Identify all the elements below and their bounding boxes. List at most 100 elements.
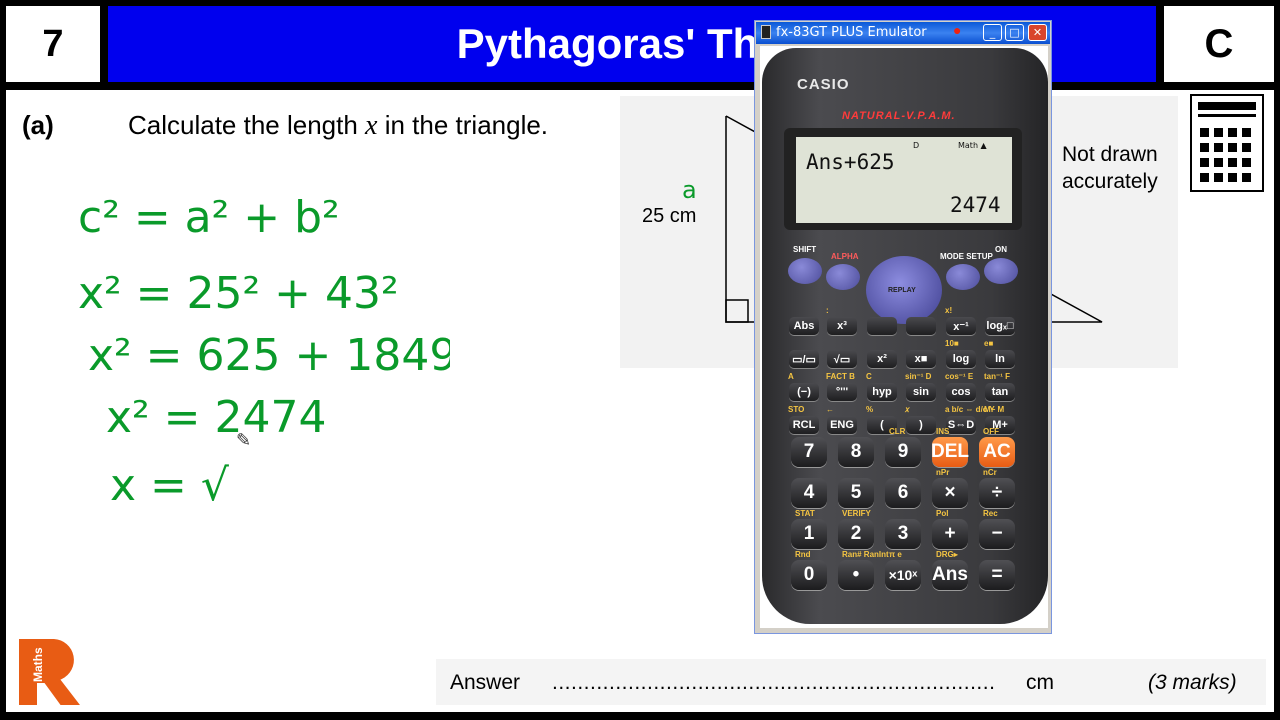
rmaths-logo: Maths (10, 634, 86, 710)
mode-button[interactable] (946, 264, 980, 290)
func-key-1-0[interactable]: ▭/▭ (789, 350, 819, 368)
lcd-math-indicator: Math ▲ (958, 141, 987, 150)
func-key-3-1[interactable]: ENG (827, 416, 857, 434)
func-key-secondary-1-5: e■ (984, 339, 994, 348)
num-key-secondary-0-4: OFF (983, 427, 999, 436)
num-key-0-1[interactable]: 8 (838, 437, 874, 467)
func-key-0-3[interactable] (906, 317, 936, 335)
num-key-secondary-2-1: VERIFY (842, 509, 871, 518)
marks-label: (3 marks) (1148, 671, 1237, 694)
question-text-before: Calculate the length (128, 110, 366, 140)
func-key-3-4[interactable]: S⇔D (946, 416, 976, 434)
num-key-secondary-3-0: Rnd (795, 550, 811, 559)
num-key-2-2[interactable]: 3 (885, 519, 921, 549)
question-text: Calculate the length x in the triangle. (128, 110, 548, 142)
lcd-result-line: 2474 (950, 193, 1001, 217)
num-key-1-0[interactable]: 4 (791, 478, 827, 508)
num-key-1-4[interactable]: ÷ (979, 478, 1015, 508)
mode-label: MODE SETUP (940, 252, 993, 261)
func-key-0-4[interactable]: x⁻¹ (946, 317, 976, 335)
num-key-3-3[interactable]: Ans (932, 560, 968, 590)
func-key-secondary-2-5: tan⁻¹ F (984, 372, 1010, 381)
num-key-0-3[interactable]: DEL (931, 437, 969, 467)
num-key-2-1[interactable]: 2 (838, 519, 874, 549)
grade-badge: C (1164, 6, 1274, 82)
question-variable: x (365, 110, 378, 141)
func-key-1-5[interactable]: ln (985, 350, 1015, 368)
working-line-3: x² = 625 + 1849 (88, 330, 450, 381)
num-key-3-1[interactable]: • (838, 560, 874, 590)
func-key-0-5[interactable]: logₓ□ (985, 317, 1015, 335)
working-line-2: x² = 25² + 43² (78, 268, 399, 319)
func-key-secondary-2-4: cos⁻¹ E (945, 372, 974, 381)
func-key-2-5[interactable]: tan (985, 383, 1015, 401)
vpam-subtitle: NATURAL-V.P.A.M. (842, 110, 956, 122)
num-key-2-3[interactable]: + (932, 519, 968, 549)
maximize-button[interactable]: □ (1005, 24, 1024, 41)
func-key-3-0[interactable]: RCL (789, 416, 819, 434)
side-length-label: 25 cm (642, 205, 697, 227)
num-key-1-3[interactable]: × (932, 478, 968, 508)
num-key-2-0[interactable]: 1 (791, 519, 827, 549)
func-key-0-0[interactable]: Abs (789, 317, 819, 335)
num-key-secondary-1-4: nCr (983, 468, 997, 477)
on-label: ON (995, 245, 1007, 254)
calculator-allowed-icon (1190, 94, 1264, 192)
func-key-secondary-3-1: ← (826, 405, 834, 414)
num-key-secondary-0-3: INS (936, 427, 950, 436)
func-key-2-0[interactable]: (−) (789, 383, 819, 401)
working-line-4: x² = 2474 (106, 392, 327, 443)
pin-icon[interactable]: ● (953, 22, 961, 38)
calculator-app-icon (761, 25, 771, 39)
replay-label: REPLAY (888, 287, 916, 294)
num-key-2-4[interactable]: − (979, 519, 1015, 549)
not-drawn-line1: Not drawn (1062, 143, 1158, 166)
func-key-secondary-2-3: sin⁻¹ D (905, 372, 932, 381)
num-key-1-2[interactable]: 6 (885, 478, 921, 508)
func-key-0-1[interactable]: x³ (827, 317, 857, 335)
num-key-0-0[interactable]: 7 (791, 437, 827, 467)
func-key-secondary-3-3: 𝑥 (905, 405, 910, 414)
answer-line: ........................................… (552, 671, 996, 694)
func-key-secondary-3-2: % (866, 405, 874, 414)
num-key-1-1[interactable]: 5 (838, 478, 874, 508)
num-key-3-4[interactable]: = (979, 560, 1015, 590)
close-button[interactable]: ✕ (1028, 24, 1047, 41)
func-key-2-4[interactable]: cos (946, 383, 976, 401)
logo-text: Maths (31, 647, 45, 682)
question-number: 7 (6, 6, 100, 82)
on-button[interactable] (984, 258, 1018, 284)
num-key-secondary-3-1: Ran# RanInt (842, 550, 889, 559)
side-annotation: a (682, 176, 697, 204)
func-key-2-1[interactable]: °''' (827, 383, 857, 401)
minimize-button[interactable]: _ (983, 24, 1002, 41)
num-key-0-4[interactable]: AC (979, 437, 1015, 467)
num-key-3-0[interactable]: 0 (791, 560, 827, 590)
question-text-after: in the triangle. (377, 110, 549, 140)
func-key-1-4[interactable]: log (946, 350, 976, 368)
answer-unit: cm (1026, 671, 1054, 694)
part-label: (a) (22, 110, 54, 140)
handwritten-working: c² = a² + b² x² = 25² + 43² x² = 625 + 1… (78, 192, 450, 511)
answer-label: Answer (450, 671, 521, 694)
func-key-2-2[interactable]: hyp (867, 383, 897, 401)
func-key-0-2[interactable] (867, 317, 897, 335)
func-key-1-1[interactable]: √▭ (827, 350, 857, 368)
num-key-3-2[interactable]: ×10ˣ (885, 560, 921, 590)
num-key-secondary-2-4: Rec (983, 509, 998, 518)
func-key-secondary-0-4: x! (945, 306, 953, 315)
shift-button[interactable] (788, 258, 822, 284)
func-key-secondary-2-0: A (788, 372, 794, 381)
working-line-5: x = √ (110, 460, 230, 511)
func-key-1-3[interactable]: x■ (906, 350, 936, 368)
func-key-1-2[interactable]: x² (867, 350, 897, 368)
func-key-secondary-2-1: FACT B (826, 372, 855, 381)
func-key-secondary-3-0: STO (788, 405, 805, 414)
emulator-title: fx-83GT PLUS Emulator (776, 25, 927, 40)
num-key-secondary-3-3: DRG▸ (936, 550, 958, 559)
num-key-0-2[interactable]: 9 (885, 437, 921, 467)
working-line-1: c² = a² + b² (78, 192, 340, 243)
func-key-2-3[interactable]: sin (906, 383, 936, 401)
alpha-button[interactable] (826, 264, 860, 290)
func-key-3-3[interactable]: ) (906, 416, 936, 434)
